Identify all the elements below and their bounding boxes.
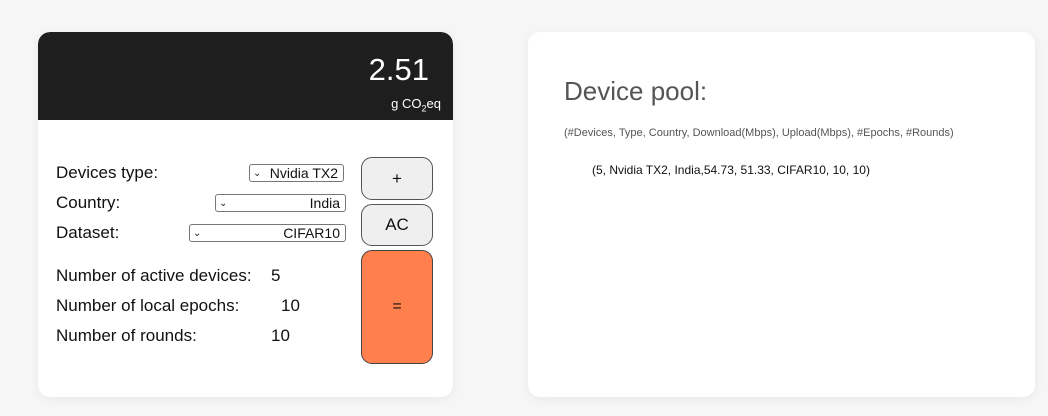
result-display: 2.51 g CO2eq bbox=[38, 32, 453, 120]
rounds-value: 10 bbox=[271, 326, 290, 345]
chevron-down-icon: ⌄ bbox=[253, 167, 262, 179]
clear-button[interactable]: AC bbox=[361, 204, 433, 246]
calculate-button[interactable]: = bbox=[361, 250, 433, 364]
rounds-label: Number of rounds: bbox=[56, 326, 197, 345]
device-pool-panel: Device pool: (#Devices, Type, Country, D… bbox=[528, 32, 1035, 397]
country-select[interactable]: ⌄ India bbox=[215, 194, 346, 212]
active-devices-value: 5 bbox=[271, 266, 281, 285]
add-device-button[interactable]: + bbox=[361, 157, 433, 200]
calculator-panel: 2.51 g CO2eq Devices type: ⌄ Nvidia TX2 … bbox=[38, 32, 453, 397]
dataset-label: Dataset: bbox=[56, 223, 120, 242]
dataset-select[interactable]: ⌄ CIFAR10 bbox=[189, 224, 346, 242]
unit-prefix: g CO bbox=[391, 96, 422, 111]
device-pool-entry: (5, Nvidia TX2, India,54.73, 51.33, CIFA… bbox=[592, 163, 870, 177]
device-type-value: Nvidia TX2 bbox=[269, 165, 338, 181]
co2-value: 2.51 bbox=[368, 52, 429, 87]
device-pool-columns: (#Devices, Type, Country, Download(Mbps)… bbox=[564, 127, 954, 139]
co2-unit: g CO2eq bbox=[391, 96, 441, 114]
local-epochs-label: Number of local epochs: bbox=[56, 296, 240, 315]
device-type-label: Devices type: bbox=[56, 163, 159, 182]
chevron-down-icon: ⌄ bbox=[193, 227, 202, 239]
country-value: India bbox=[309, 195, 340, 211]
device-type-select[interactable]: ⌄ Nvidia TX2 bbox=[249, 164, 344, 182]
local-epochs-value: 10 bbox=[281, 296, 300, 315]
active-devices-label: Number of active devices: bbox=[56, 266, 252, 285]
dataset-value: CIFAR10 bbox=[283, 225, 340, 241]
chevron-down-icon: ⌄ bbox=[219, 197, 228, 209]
country-label: Country: bbox=[56, 193, 121, 212]
device-pool-title: Device pool: bbox=[564, 76, 708, 106]
unit-suffix: eq bbox=[426, 96, 441, 111]
